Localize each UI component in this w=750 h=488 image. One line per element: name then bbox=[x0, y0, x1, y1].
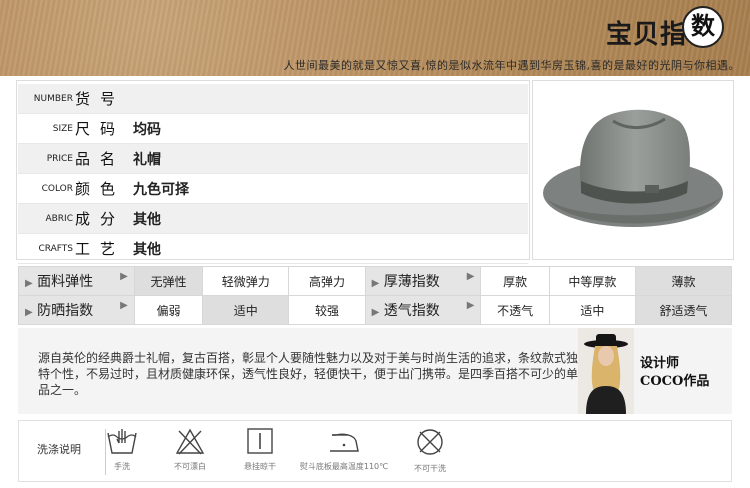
option-cell: 厚款 bbox=[480, 266, 550, 296]
banner-title: 宝贝指 bbox=[606, 20, 688, 50]
spec-cn-label: 品名 bbox=[75, 150, 126, 168]
attribute-header-thickness: ▶ 厚薄指数 ▶ bbox=[364, 266, 482, 296]
banner-tagline: 人世间最美的就是又惊又喜,惊的是似水流年中遇到华房玉锦,喜的是最好的光阴与你相遇… bbox=[283, 59, 740, 72]
attribute-name: 透气指数 bbox=[383, 303, 440, 319]
hand-wash-icon bbox=[107, 429, 137, 454]
attribute-header-sun-protection: ▶ 防晒指数 ▶ bbox=[18, 295, 135, 325]
spec-row-fabric: ABRIC 成分 其他 bbox=[18, 204, 528, 234]
option-cell: 高弹力 bbox=[288, 266, 366, 296]
spec-en-label: SIZE bbox=[52, 123, 73, 134]
spec-en-label: COLOR bbox=[41, 183, 73, 194]
attribute-name: 面料弹性 bbox=[37, 274, 94, 290]
option-cell-selected: 无弹性 bbox=[133, 266, 204, 296]
spec-cn-label: 颜色 bbox=[75, 180, 126, 198]
option-cell: 较强 bbox=[288, 295, 366, 325]
no-dry-clean-icon bbox=[417, 429, 443, 455]
product-image bbox=[532, 80, 734, 260]
designer-portrait bbox=[578, 328, 634, 414]
option-cell-selected: 舒适透气 bbox=[634, 295, 733, 325]
triangle-right-icon: ▶ bbox=[25, 278, 33, 289]
header-banner: 宝贝指 数 人世间最美的就是又惊又喜,惊的是似水流年中遇到华房玉锦,喜的是最好的… bbox=[0, 0, 750, 76]
care-caption: 不可干洗 bbox=[414, 464, 446, 473]
option-cell: 适中 bbox=[548, 295, 636, 325]
spec-cn-label: 成分 bbox=[75, 210, 126, 228]
spec-cn-label: 工艺 bbox=[75, 240, 126, 258]
designer-line1: 设计师 bbox=[640, 356, 680, 371]
spec-value: 均码 bbox=[133, 121, 161, 138]
spec-table: NUMBER 货号 SIZE 尺码 均码 PRICE 品名 礼帽 COLOR 颜… bbox=[18, 84, 528, 264]
spec-en-label: CRAFTS bbox=[38, 243, 73, 254]
spec-value: 其他 bbox=[133, 241, 161, 258]
attribute-name: 厚薄指数 bbox=[383, 274, 440, 290]
banner-title-badge: 数 bbox=[682, 6, 724, 48]
no-bleach-icon bbox=[175, 428, 205, 455]
attribute-header-breathability: ▶ 透气指数 ▶ bbox=[364, 295, 482, 325]
spec-en-label: ABRIC bbox=[45, 213, 73, 224]
care-panel: 洗涤说明 手洗 不可漂白 悬挂晾干 熨斗底板最高温度110℃ 不可干洗 bbox=[18, 420, 732, 482]
spec-en-label: PRICE bbox=[46, 153, 73, 164]
attribute-name: 防晒指数 bbox=[37, 303, 94, 319]
spec-cn-label: 尺码 bbox=[75, 120, 126, 138]
option-cell: 偏弱 bbox=[133, 295, 204, 325]
triangle-right-icon: ▶ bbox=[466, 271, 475, 282]
spec-value: 礼帽 bbox=[133, 151, 161, 168]
triangle-right-icon: ▶ bbox=[120, 300, 128, 311]
option-cell-selected: 适中 bbox=[202, 295, 290, 325]
option-cell: 中等厚款 bbox=[548, 266, 636, 296]
attribute-row: ▶ 面料弹性 ▶ 无弹性 轻微弹力 高弹力 ▶ 厚薄指数 ▶ 厚款 中等厚款 薄… bbox=[18, 266, 733, 296]
designer-credit: 设计师 COCO作品 bbox=[640, 355, 709, 391]
spec-value: 其他 bbox=[133, 211, 161, 228]
fedora-hat-image bbox=[543, 109, 723, 227]
spec-row-number: NUMBER 货号 bbox=[18, 84, 528, 114]
spec-row-color: COLOR 颜色 九色可择 bbox=[18, 174, 528, 204]
spec-row-price: PRICE 品名 礼帽 bbox=[18, 144, 528, 174]
option-cell-selected: 薄款 bbox=[634, 266, 733, 296]
option-cell: 轻微弹力 bbox=[202, 266, 290, 296]
spec-row-size: SIZE 尺码 均码 bbox=[18, 114, 528, 144]
triangle-right-icon: ▶ bbox=[371, 307, 380, 318]
triangle-right-icon: ▶ bbox=[25, 307, 33, 318]
description-panel: 源自英伦的经典爵士礼帽，复古百搭，彰显个人要随性魅力以及对于美与时尚生活的追求，… bbox=[18, 328, 732, 414]
iron-icon bbox=[330, 433, 359, 452]
hang-dry-icon bbox=[247, 428, 273, 454]
care-item: 不可干洗 bbox=[375, 427, 485, 474]
designer-photo-image bbox=[578, 328, 634, 414]
attribute-grid: ▶ 面料弹性 ▶ 无弹性 轻微弹力 高弹力 ▶ 厚薄指数 ▶ 厚款 中等厚款 薄… bbox=[18, 266, 733, 325]
triangle-right-icon: ▶ bbox=[120, 271, 128, 282]
description-text: 源自英伦的经典爵士礼帽，复古百搭，彰显个人要随性魅力以及对于美与时尚生活的追求，… bbox=[38, 351, 579, 397]
triangle-right-icon: ▶ bbox=[371, 278, 380, 289]
attribute-row: ▶ 防晒指数 ▶ 偏弱 适中 较强 ▶ 透气指数 ▶ 不透气 适中 舒适透气 bbox=[18, 295, 733, 325]
designer-line2: COCO作品 bbox=[640, 374, 710, 389]
triangle-right-icon: ▶ bbox=[466, 300, 475, 311]
spec-value: 九色可择 bbox=[133, 181, 189, 198]
spec-cn-label: 货号 bbox=[75, 90, 126, 108]
attribute-header-elasticity: ▶ 面料弹性 ▶ bbox=[18, 266, 135, 296]
spec-row-crafts: CRAFTS 工艺 其他 bbox=[18, 234, 528, 264]
spec-en-label: NUMBER bbox=[33, 93, 73, 104]
option-cell: 不透气 bbox=[480, 295, 550, 325]
